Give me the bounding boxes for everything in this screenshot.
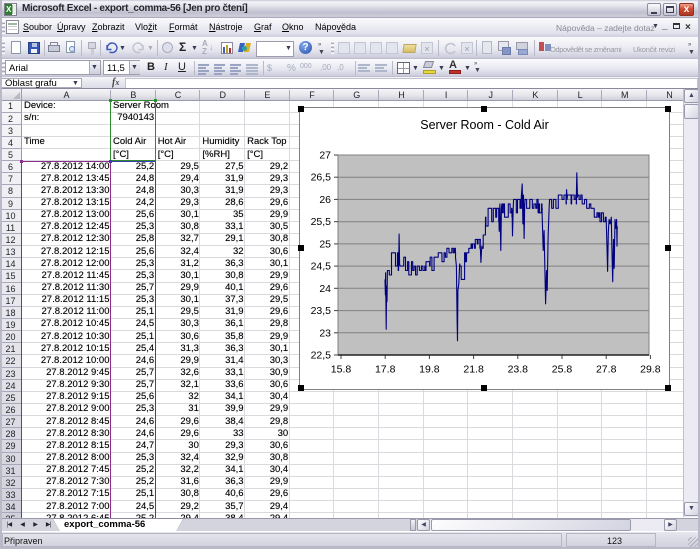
svg-text:15.8: 15.8	[331, 364, 352, 376]
svg-text:24: 24	[319, 283, 331, 295]
svg-text:25,5: 25,5	[311, 216, 332, 228]
svg-text:22,5: 22,5	[311, 350, 332, 362]
svg-text:Server Room - Cold Air: Server Room - Cold Air	[420, 118, 549, 132]
svg-text:21.8: 21.8	[463, 364, 484, 376]
svg-text:26,5: 26,5	[311, 172, 332, 184]
svg-text:23.8: 23.8	[508, 364, 529, 376]
svg-text:23: 23	[319, 327, 331, 339]
svg-text:25.8: 25.8	[552, 364, 573, 376]
svg-text:27: 27	[319, 150, 331, 162]
svg-text:17.8: 17.8	[375, 364, 396, 376]
svg-text:29.8: 29.8	[640, 364, 661, 376]
svg-text:26: 26	[319, 194, 331, 206]
svg-text:19.8: 19.8	[419, 364, 440, 376]
svg-text:24,5: 24,5	[311, 261, 332, 273]
svg-text:25: 25	[319, 238, 331, 250]
svg-text:27.8: 27.8	[596, 364, 617, 376]
svg-text:23,5: 23,5	[311, 305, 332, 317]
